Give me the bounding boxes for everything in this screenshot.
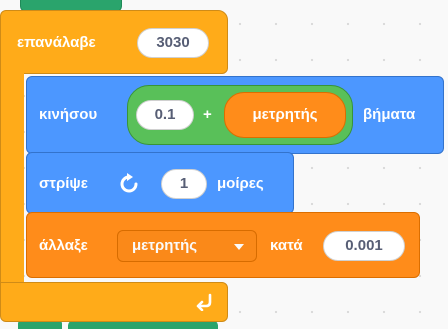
move-suffix-label: βήματα	[363, 106, 416, 123]
repeat-block-footer[interactable]	[0, 282, 228, 322]
variable-dropdown[interactable]: μετρητής	[117, 230, 257, 262]
operator-left-input[interactable]: 0.1	[136, 100, 194, 130]
scripts-area[interactable]: επανάλαβε 3030 κινήσου 0.1 + μετρητής βή…	[0, 0, 448, 329]
change-variable-block[interactable]: άλλαξε μετρητής κατά 0.001	[26, 212, 420, 278]
turn-suffix-label: μοίρες	[217, 175, 264, 192]
turn-right-block[interactable]: στρίψε 1 μοίρες	[26, 152, 294, 214]
change-label: άλλαξε	[39, 237, 88, 254]
move-steps-block[interactable]: κινήσου 0.1 + μετρητής βήματα	[26, 76, 444, 154]
change-by-label: κατά	[270, 237, 303, 254]
counter-variable-reporter[interactable]: μετρητής	[224, 92, 346, 138]
plus-symbol: +	[203, 106, 212, 123]
repeat-block-header[interactable]: επανάλαβε 3030	[0, 10, 228, 74]
move-label: κινήσου	[39, 106, 98, 123]
repeat-count-input[interactable]: 3030	[137, 28, 209, 58]
add-operator-block[interactable]: 0.1 + μετρητής	[127, 85, 353, 145]
chevron-down-icon	[234, 244, 244, 250]
loop-arrow-icon	[195, 291, 215, 311]
rotate-clockwise-icon	[117, 172, 141, 196]
turn-label: στρίψε	[39, 175, 88, 192]
variable-dropdown-value: μετρητής	[132, 237, 198, 254]
change-amount-input[interactable]: 0.001	[323, 231, 405, 261]
repeat-label: επανάλαβε	[17, 34, 96, 51]
repeat-block-arm[interactable]	[0, 64, 24, 292]
turn-degrees-input[interactable]: 1	[161, 169, 207, 199]
